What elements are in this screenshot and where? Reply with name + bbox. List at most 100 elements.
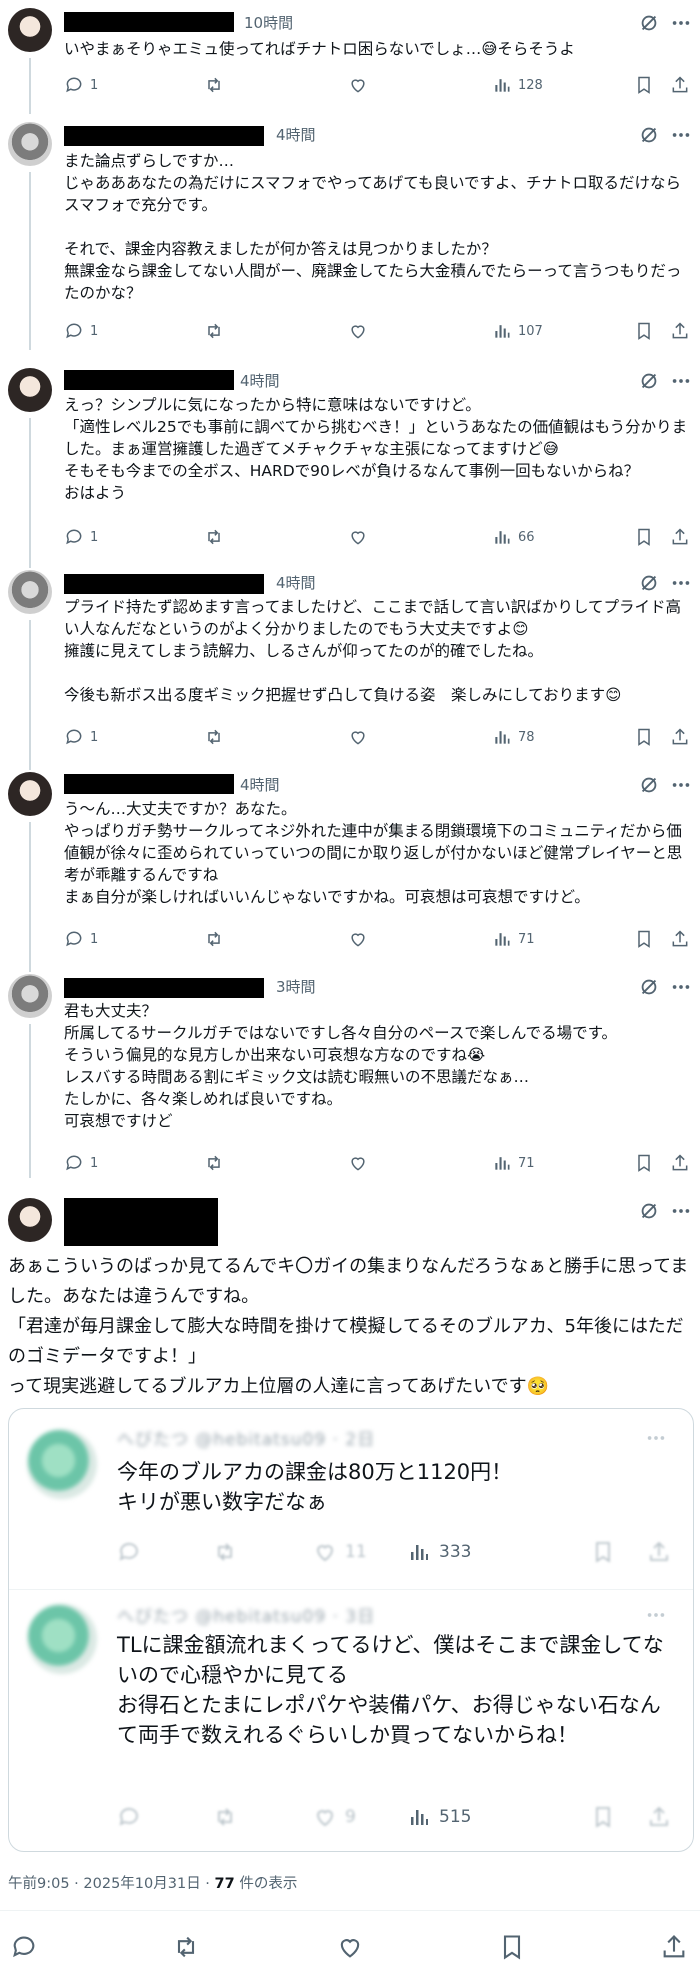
reply-button[interactable]: 1 — [64, 524, 98, 550]
reply-button[interactable]: 1 — [64, 72, 98, 98]
more-icon[interactable] — [670, 774, 692, 796]
retweet-button[interactable] — [213, 1802, 237, 1832]
like-button[interactable] — [348, 926, 368, 952]
quoted-post[interactable]: へびたつ @hebitatsu09 · 3日 TLに課金額流れまくってるけど、僕… — [9, 1590, 693, 1851]
share-button[interactable] — [670, 926, 690, 952]
post-datetime[interactable]: 午前9:05 · 2025年10月31日 · — [8, 1876, 215, 1892]
views-button[interactable]: 71 — [492, 1150, 535, 1176]
reply-button[interactable] — [117, 1537, 141, 1567]
post-time[interactable]: 4時間 — [276, 572, 316, 593]
main-action-bar — [0, 1910, 700, 1983]
share-button[interactable] — [670, 524, 690, 550]
bookmark-icon[interactable] — [498, 1933, 526, 1961]
reply-button[interactable]: 1 — [64, 318, 98, 344]
more-icon[interactable] — [670, 12, 692, 34]
like-button[interactable] — [348, 724, 368, 750]
like-button[interactable]: 9 — [313, 1802, 356, 1832]
views-button[interactable]: 515 — [407, 1802, 471, 1832]
avatar[interactable] — [8, 368, 52, 412]
reply-count: 1 — [90, 931, 99, 947]
reply-button[interactable]: 1 — [64, 926, 98, 952]
share-button[interactable] — [670, 318, 690, 344]
more-icon[interactable] — [670, 370, 692, 392]
bookmark-button[interactable] — [591, 1537, 615, 1567]
reply-icon — [119, 1808, 138, 1826]
views-button[interactable]: 78 — [492, 724, 535, 750]
views-button[interactable]: 128 — [492, 72, 543, 98]
reply-button[interactable] — [117, 1802, 141, 1832]
bookmark-button[interactable] — [634, 72, 654, 98]
reply-post[interactable]: 3時間 君も大丈夫？ 所属してるサークルガチではないですし各々自分のペースで楽し… — [0, 966, 700, 1178]
reply-button[interactable]: 1 — [64, 724, 98, 750]
views-button[interactable]: 107 — [492, 318, 543, 344]
reply-post[interactable]: 10時間 いやまぁそりゃエミュ使ってればチナトロ困らないでしょ…😅そらそうよ 1… — [0, 0, 700, 114]
retweet-button[interactable] — [204, 926, 224, 952]
share-button[interactable] — [647, 1537, 671, 1567]
retweet-icon[interactable] — [172, 1933, 200, 1961]
grok-icon[interactable] — [638, 12, 660, 34]
retweet-icon — [208, 323, 220, 339]
retweet-button[interactable] — [204, 1150, 224, 1176]
share-button[interactable] — [670, 72, 690, 98]
post-time[interactable]: 3時間 — [276, 976, 316, 997]
quoted-post[interactable]: へびたつ @hebitatsu09 · 2日 今年のブルアカの課金は80万と11… — [9, 1409, 693, 1589]
view-count: 515 — [439, 1807, 472, 1827]
post-time[interactable]: 10時間 — [244, 12, 293, 33]
retweet-button[interactable] — [204, 524, 224, 550]
avatar[interactable] — [8, 772, 52, 816]
avatar[interactable] — [8, 570, 52, 614]
bookmark-button[interactable] — [634, 1150, 654, 1176]
like-icon — [351, 731, 365, 745]
views-button[interactable]: 66 — [492, 524, 535, 550]
reply-post[interactable]: 4時間 えっ？シンプルに気になったから特に意味はないですけど。 「適性レベル25… — [0, 360, 700, 568]
reply-icon[interactable] — [10, 1933, 38, 1961]
reply-count: 1 — [90, 77, 99, 93]
like-button[interactable] — [348, 318, 368, 344]
post-time[interactable]: 4時間 — [276, 124, 316, 145]
reply-post[interactable]: 4時間 う～ん…大丈夫ですか？あなた。 やっぱりガチ勢サークルってネジ外れた連中… — [0, 764, 700, 972]
more-icon[interactable] — [645, 1604, 667, 1626]
reply-post[interactable]: 4時間 また論点ずらしですか… じゃあああなたの為だけにスマフォでやってあげても… — [0, 114, 700, 350]
post-text: 君も大丈夫？ 所属してるサークルガチではないですし各々自分のペースで楽しんでる場… — [64, 1002, 618, 1130]
grok-icon[interactable] — [638, 774, 660, 796]
share-button[interactable] — [647, 1802, 671, 1832]
like-button[interactable] — [348, 524, 368, 550]
avatar[interactable] — [8, 8, 52, 52]
quoted-thread[interactable]: へびたつ @hebitatsu09 · 2日 今年のブルアカの課金は80万と11… — [8, 1408, 694, 1852]
like-button[interactable] — [348, 1150, 368, 1176]
avatar[interactable] — [8, 1198, 52, 1242]
more-icon[interactable] — [670, 1200, 692, 1222]
like-button[interactable] — [348, 72, 368, 98]
retweet-button[interactable] — [213, 1537, 237, 1567]
bookmark-button[interactable] — [591, 1802, 615, 1832]
grok-icon[interactable] — [638, 1200, 660, 1222]
reply-post[interactable]: 4時間 プライド持たず認めます言ってましたけど、ここまで話して言い訳ばかりしてプ… — [0, 562, 700, 770]
retweet-button[interactable] — [204, 724, 224, 750]
bookmark-button[interactable] — [634, 724, 654, 750]
retweet-button[interactable] — [204, 318, 224, 344]
avatar[interactable] — [8, 974, 52, 1018]
grok-icon[interactable] — [638, 976, 660, 998]
like-icon[interactable] — [336, 1933, 364, 1961]
share-icon[interactable] — [660, 1933, 688, 1961]
post-time[interactable]: 4時間 — [240, 370, 280, 391]
grok-icon[interactable] — [638, 370, 660, 392]
more-icon[interactable] — [670, 976, 692, 998]
bookmark-button[interactable] — [634, 524, 654, 550]
more-icon[interactable] — [670, 572, 692, 594]
share-button[interactable] — [670, 1150, 690, 1176]
grok-icon[interactable] — [638, 572, 660, 594]
avatar[interactable] — [8, 122, 52, 166]
more-icon[interactable] — [645, 1427, 667, 1449]
more-icon[interactable] — [670, 124, 692, 146]
views-button[interactable]: 71 — [492, 926, 535, 952]
retweet-button[interactable] — [204, 72, 224, 98]
grok-icon[interactable] — [638, 124, 660, 146]
reply-button[interactable]: 1 — [64, 1150, 98, 1176]
bookmark-button[interactable] — [634, 318, 654, 344]
share-button[interactable] — [670, 724, 690, 750]
post-time[interactable]: 4時間 — [240, 774, 280, 795]
views-button[interactable]: 333 — [407, 1537, 471, 1567]
bookmark-button[interactable] — [634, 926, 654, 952]
like-button[interactable]: 11 — [313, 1537, 367, 1567]
